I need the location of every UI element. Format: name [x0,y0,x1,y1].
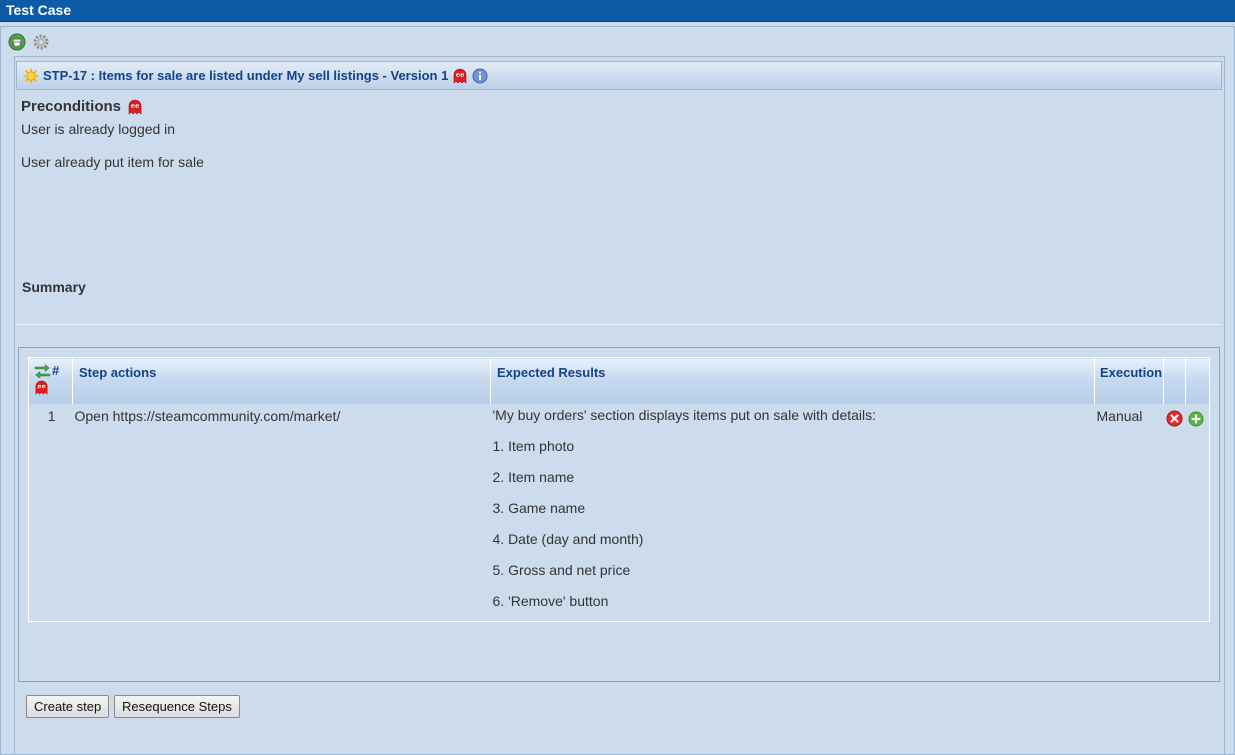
settings-gear-icon[interactable] [32,33,50,51]
test-case-header: STP-17 : Items for sale are listed under… [16,61,1222,90]
execution-column-header[interactable]: Execution [1094,357,1164,404]
expected-result-line: 3. Game name [492,499,586,516]
blank-column-header [1163,357,1186,404]
expected-results-cell: 'My buy orders' section displays items p… [491,404,1095,622]
ghost-icon[interactable] [127,99,143,115]
expected-result-line: 2. Item name [492,468,575,485]
print-icon[interactable] [8,33,26,51]
test-case-title: STP-17 : Items for sale are listed under… [43,68,449,83]
preconditions-label: Preconditions [21,98,122,115]
number-column-header[interactable]: # [28,357,73,404]
info-icon[interactable] [472,68,488,84]
top-toolbar [8,33,50,51]
step-action: Open https://steamcommunity.com/market/ [74,407,341,424]
expected-result-line: 1. Item photo [492,437,575,454]
create-step-button[interactable]: Create step [26,695,110,718]
expected-result-line: 6. 'Remove' button [492,592,609,609]
ghost-icon[interactable] [34,380,49,395]
delete-step-icon[interactable] [1166,410,1183,427]
ghost-icon[interactable] [452,68,468,84]
number-column-label: # [52,363,60,378]
divider [16,324,1222,325]
execution-type: Manual [1096,407,1143,424]
steps-table: # Step actions Expected Results Executio… [28,357,1210,622]
step-actions-column-header[interactable]: Step actions [72,357,491,404]
expected-result-line: 5. Gross and net price [492,561,631,578]
precondition-text: User already put item for sale [21,154,204,170]
precondition-text: User is already logged in [21,121,176,137]
step-number: 1 [47,407,56,424]
expected-results-column-header[interactable]: Expected Results [490,357,1095,404]
sun-icon [23,68,39,84]
expected-result-line: 'My buy orders' section displays items p… [492,406,877,423]
preconditions-heading: Preconditions [21,98,143,115]
expected-result-line: 4. Date (day and month) [492,530,644,547]
table-row[interactable]: 1 Open https://steamcommunity.com/market… [29,404,1210,622]
window-title: Test Case [0,0,1235,22]
summary-heading: Summary [22,279,86,295]
resequence-steps-button[interactable]: Resequence Steps [114,695,240,718]
reorder-arrows-icon[interactable] [34,363,51,379]
blank-column-header [1185,357,1210,404]
add-step-icon[interactable] [1188,411,1204,427]
